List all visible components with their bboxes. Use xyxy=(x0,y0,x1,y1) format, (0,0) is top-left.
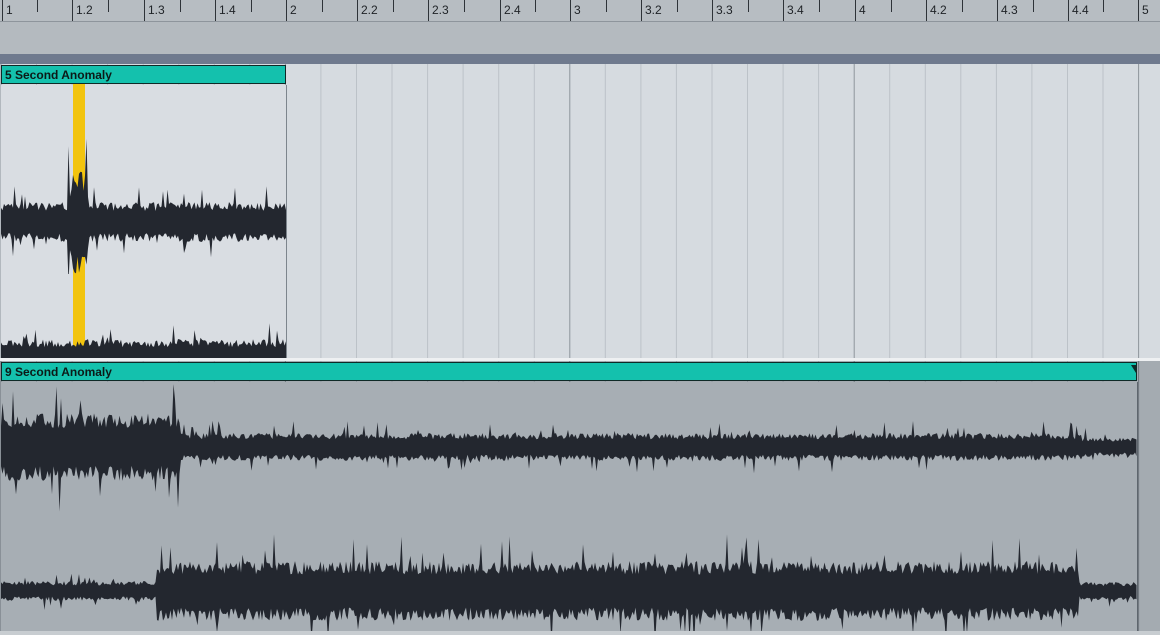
ruler-label: 1.3 xyxy=(148,3,165,17)
waveform-shape xyxy=(1,534,1137,631)
track-bottom-edge xyxy=(0,631,1160,635)
ruler-label: 4 xyxy=(859,3,866,17)
ruler-subtick xyxy=(322,0,323,12)
clip-header-9-second-anomaly[interactable]: 9 Second Anomaly xyxy=(1,362,1137,381)
ruler-label: 1 xyxy=(6,3,13,17)
ruler-subtick xyxy=(748,0,749,12)
ruler-subtick xyxy=(606,0,607,12)
ruler-subtick xyxy=(819,0,820,12)
ruler-tick xyxy=(2,0,3,21)
audio-track-2[interactable]: 9 Second Anomaly xyxy=(0,361,1160,631)
ruler-label: 3 xyxy=(574,3,581,17)
ruler-label: 4.3 xyxy=(1001,3,1018,17)
ruler-subtick xyxy=(535,0,536,12)
ruler-label: 2.3 xyxy=(432,3,449,17)
clip-title: 9 Second Anomaly xyxy=(5,365,112,379)
ruler-label: 2 xyxy=(290,3,297,17)
ruler-subtick xyxy=(1033,0,1034,12)
ruler-tick xyxy=(641,0,642,21)
audio-track-1[interactable]: 5 Second Anomaly xyxy=(0,64,1160,358)
timeline-ruler[interactable]: 1 1.2 1.3 1.4 2 2.2 2.3 2.4 3 3.2 3.3 3.4 4 4.2 4.3 4.4… xyxy=(0,0,1160,22)
ruler-tick xyxy=(570,0,571,21)
ruler-subtick xyxy=(37,0,38,12)
ruler-subtick xyxy=(891,0,892,12)
ruler-tick xyxy=(926,0,927,21)
ruler-tick xyxy=(1068,0,1069,21)
waveform-shape xyxy=(1,323,286,358)
ruler-label: 5 xyxy=(1142,3,1149,17)
ruler-subtick xyxy=(108,0,109,12)
waveform-right-channel xyxy=(1,323,286,358)
ruler-label: 2.2 xyxy=(361,3,378,17)
locator-lane[interactable] xyxy=(0,22,1160,54)
ruler-subtick xyxy=(251,0,252,12)
ruler-tick xyxy=(997,0,998,21)
ruler-tick xyxy=(72,0,73,21)
ruler-tick xyxy=(215,0,216,21)
ruler-tick xyxy=(783,0,784,21)
ruler-subtick xyxy=(677,0,678,12)
ruler-label: 1.4 xyxy=(219,3,236,17)
clip-title: 5 Second Anomaly xyxy=(5,68,112,82)
ruler-label: 3.3 xyxy=(716,3,733,17)
ruler-label: 4.2 xyxy=(930,3,947,17)
clip-header-5-second-anomaly[interactable]: 5 Second Anomaly xyxy=(1,65,286,84)
ruler-tick xyxy=(855,0,856,21)
ruler-label: 3.2 xyxy=(645,3,662,17)
ruler-subtick xyxy=(393,0,394,12)
ruler-label: 1.2 xyxy=(76,3,93,17)
waveform-right-channel xyxy=(1,534,1137,631)
ruler-tick xyxy=(357,0,358,21)
ruler-label: 3.4 xyxy=(787,3,804,17)
overview-scroll-strip[interactable] xyxy=(0,54,1160,64)
ruler-tick xyxy=(500,0,501,21)
ruler-tick xyxy=(1138,0,1139,21)
ruler-subtick xyxy=(962,0,963,12)
ruler-label: 4.4 xyxy=(1072,3,1089,17)
ruler-tick xyxy=(712,0,713,21)
clip-end-icon xyxy=(1131,365,1136,373)
ruler-tick xyxy=(144,0,145,21)
ruler-subtick xyxy=(180,0,181,12)
ruler-tick xyxy=(428,0,429,21)
ruler-subtick xyxy=(1103,0,1104,12)
ruler-tick xyxy=(286,0,287,21)
ruler-label: 2.4 xyxy=(504,3,521,17)
ruler-subtick xyxy=(464,0,465,12)
